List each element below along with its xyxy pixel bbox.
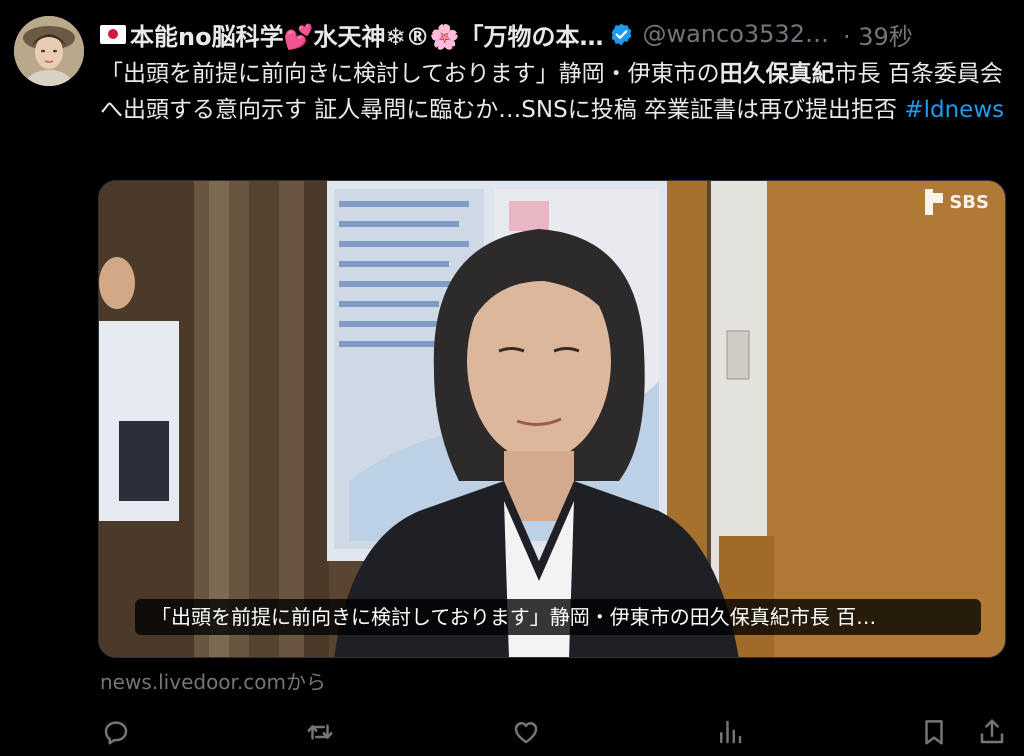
japan-flag-icon (100, 24, 126, 44)
tweet-actions (96, 710, 1016, 754)
card-source-link[interactable]: news.livedoor.comから (100, 666, 326, 695)
share-icon (980, 719, 1004, 744)
bookmark-icon (925, 720, 943, 745)
tweet-text-part: 「出頭を前提に前向きに検討しております」静岡・伊東市の (100, 61, 720, 87)
link-card-media[interactable]: SBS 「出頭を前提に前向きに検討しております」静岡・伊東市の田久保真紀市長 百… (98, 180, 1006, 658)
retweet-icon (307, 724, 333, 740)
sbs-logo-icon (925, 189, 945, 215)
verified-badge-icon (612, 23, 632, 45)
user-handle[interactable]: @wanco3532… (642, 20, 829, 48)
tweet-text-bold: 田久保真紀 (719, 61, 835, 87)
like-button[interactable] (506, 710, 546, 754)
avatar-image (14, 16, 84, 86)
sbs-watermark: SBS (925, 189, 989, 215)
tweet-header: 本能no脳科学💕水天神❄®🌸「万物の本… @wanco3532… · 39秒 (100, 17, 1000, 51)
bookmark-button[interactable] (914, 710, 954, 754)
views-icon (720, 720, 742, 744)
reply-button[interactable] (96, 710, 136, 754)
retweet-button[interactable] (300, 710, 340, 754)
tweet-text: 「出頭を前提に前向きに検討しております」静岡・伊東市の田久保真紀市長 百条委員会… (100, 56, 1010, 128)
timestamp[interactable]: · 39秒 (843, 17, 913, 52)
news-photo (99, 181, 1005, 657)
share-button[interactable] (972, 710, 1012, 754)
views-button[interactable] (710, 710, 750, 754)
avatar[interactable] (14, 16, 84, 86)
heart-icon (514, 722, 538, 744)
display-name[interactable]: 本能no脳科学💕水天神❄®🌸「万物の本… (130, 17, 603, 52)
watermark-text: SBS (949, 191, 989, 213)
tweet[interactable]: 本能no脳科学💕水天神❄®🌸「万物の本… @wanco3532… · 39秒 「… (0, 0, 1024, 756)
hashtag-link[interactable]: #ldnews (904, 97, 1004, 123)
card-caption: 「出頭を前提に前向きに検討しております」静岡・伊東市の田久保真紀市長 百… (135, 599, 981, 635)
reply-icon (104, 721, 128, 745)
